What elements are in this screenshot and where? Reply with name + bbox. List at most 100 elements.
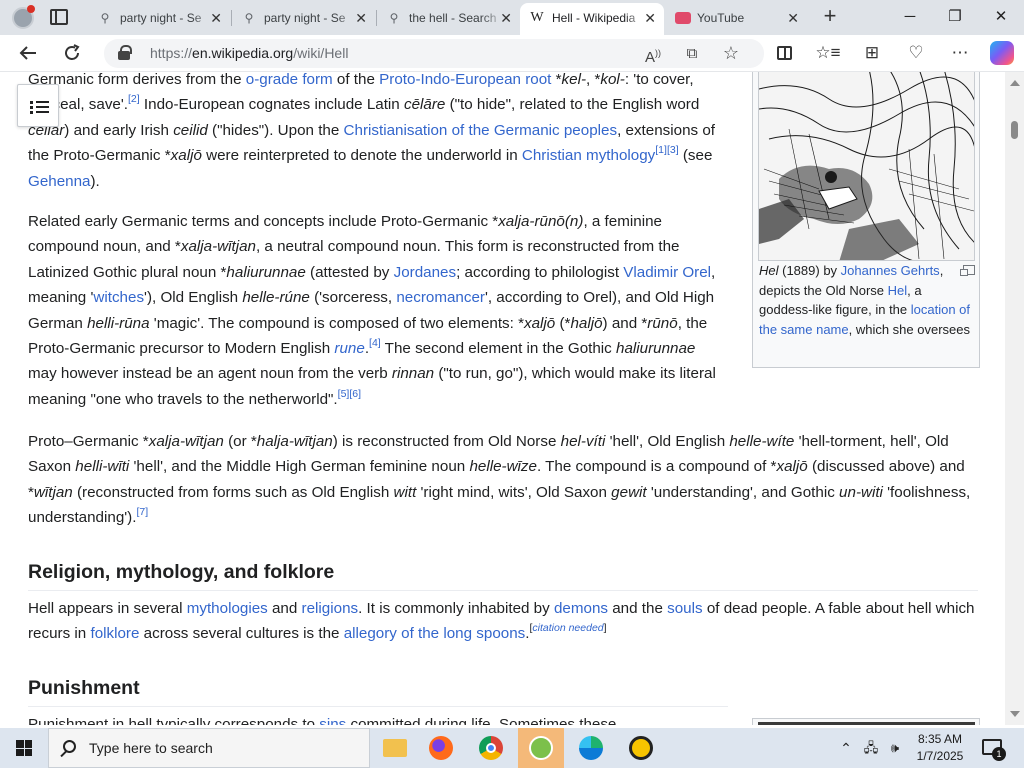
search-placeholder: Type here to search: [89, 740, 213, 756]
notification-count-badge: 1: [992, 747, 1006, 761]
citation-6[interactable]: [6]: [349, 388, 361, 400]
url-text[interactable]: https://en.wikipedia.org/wiki/Hell: [150, 39, 348, 68]
link-proto-indo-european-root[interactable]: Proto-Indo-European root: [379, 72, 551, 88]
link-christian-mythology[interactable]: Christian mythology: [522, 147, 655, 164]
favorites-button[interactable]: ☆≡: [814, 40, 842, 66]
link-souls[interactable]: souls: [667, 600, 702, 617]
sync-app-icon: [529, 736, 553, 760]
link-o-grade-form[interactable]: o-grade form: [246, 72, 333, 88]
taskbar-edge[interactable]: [568, 728, 614, 768]
page-scrollbar[interactable]: [1005, 72, 1024, 725]
table-of-contents-button[interactable]: [17, 84, 59, 127]
heading-divider: [28, 706, 728, 707]
citation-3[interactable]: [3]: [667, 144, 679, 156]
close-tab-icon[interactable]: ✕: [210, 4, 222, 32]
link-necromancer[interactable]: necromancer: [396, 289, 485, 306]
minimize-button[interactable]: ─: [895, 4, 925, 30]
link-johannes-gehrts[interactable]: Johannes Gehrts: [841, 263, 940, 278]
lock-icon[interactable]: [118, 45, 132, 60]
hel-painting-image[interactable]: [758, 72, 975, 261]
link-vladimir-orel[interactable]: Vladimir Orel: [623, 264, 711, 281]
address-bar[interactable]: https://en.wikipedia.org/wiki/Hell A)) ⧉…: [104, 39, 764, 68]
app-available-icon[interactable]: ⧉: [679, 41, 705, 66]
link-allegory-of-the-long-spoons[interactable]: allegory of the long spoons: [344, 625, 526, 642]
close-tab-icon[interactable]: ✕: [500, 4, 512, 32]
tab-party-night-2[interactable]: ⚲ party night - Se ✕: [232, 4, 375, 32]
restore-button[interactable]: ❐: [940, 4, 970, 30]
browser-essentials-button[interactable]: ♡: [902, 40, 930, 66]
link-christianisation[interactable]: Christianisation of the Germanic peoples: [344, 122, 618, 139]
citation-7[interactable]: [7]: [136, 506, 148, 518]
tray-overflow-chevron-icon[interactable]: ⌃: [836, 728, 856, 768]
scrollbar-thumb[interactable]: [1011, 121, 1018, 139]
taskbar-sync-app[interactable]: [518, 728, 564, 768]
taskbar-firefox[interactable]: [418, 728, 464, 768]
url-path: /wiki/Hell: [293, 45, 349, 61]
etymology-paragraph-2: Related early Germanic terms and concept…: [28, 213, 716, 408]
chrome-icon: [479, 736, 503, 760]
url-host: en.wikipedia.org: [192, 45, 294, 61]
volume-icon[interactable]: 🕪: [884, 728, 906, 768]
scroll-down-arrow-icon[interactable]: [1010, 711, 1020, 717]
link-mythologies[interactable]: mythologies: [187, 600, 268, 617]
link-demons[interactable]: demons: [554, 600, 608, 617]
link-sins[interactable]: sins: [319, 716, 346, 725]
refresh-button[interactable]: [58, 40, 86, 66]
clock-date: 1/7/2025: [916, 749, 964, 763]
taskbar-norton[interactable]: [618, 728, 664, 768]
split-screen-button[interactable]: [770, 40, 798, 66]
taskbar-search-box[interactable]: Type here to search: [48, 728, 370, 768]
start-button[interactable]: [0, 728, 48, 768]
edge-icon: [579, 736, 603, 760]
scroll-up-arrow-icon[interactable]: [1010, 80, 1020, 86]
link-hel[interactable]: Hel: [888, 283, 908, 298]
wikipedia-page: Germanic form derives from the o-grade f…: [0, 72, 1005, 725]
taskbar-file-explorer[interactable]: [372, 728, 418, 768]
close-tab-icon[interactable]: ✕: [787, 4, 799, 32]
more-options-button[interactable]: ⋯: [946, 40, 974, 66]
link-witches[interactable]: witches: [93, 289, 144, 306]
copilot-icon[interactable]: [990, 41, 1014, 65]
citation-needed: [citation needed]: [529, 622, 607, 635]
enlarge-icon[interactable]: [960, 265, 975, 276]
citation-1[interactable]: [1]: [655, 144, 667, 156]
link-jordanes[interactable]: Jordanes: [394, 264, 456, 281]
tab-label: Hell - Wikipedia: [552, 11, 636, 25]
favorite-star-icon[interactable]: ☆: [718, 41, 744, 66]
windows-taskbar: Type here to search ⌃ 🖧 🕪 8:35 AM 1/7/20…: [0, 728, 1024, 768]
link-gehenna[interactable]: Gehenna: [28, 173, 91, 190]
collections-icon: ⊞: [864, 43, 880, 62]
tab-hell-wikipedia[interactable]: W Hell - Wikipedia ✕: [520, 3, 664, 35]
new-tab-button[interactable]: +: [818, 4, 842, 30]
tab-label: YouTube: [697, 11, 745, 25]
link-folklore[interactable]: folklore: [90, 625, 139, 642]
citation-needed-link[interactable]: citation needed: [532, 622, 603, 634]
search-icon: ⚲: [100, 11, 110, 25]
citation-4[interactable]: [4]: [369, 337, 381, 349]
citation-2[interactable]: [2]: [128, 93, 140, 105]
taskbar-clock[interactable]: 8:35 AM 1/7/2025: [912, 731, 968, 765]
tab-party-night-1[interactable]: ⚲ party night - Se ✕: [88, 4, 230, 32]
link-religions[interactable]: religions: [302, 600, 359, 617]
close-window-button[interactable]: ✕: [986, 4, 1016, 30]
taskbar-chrome[interactable]: [468, 728, 514, 768]
network-icon[interactable]: 🖧: [860, 728, 882, 768]
link-rune[interactable]: rune: [334, 340, 364, 357]
folder-icon: [383, 739, 407, 757]
second-figure-image: [758, 722, 975, 725]
close-tab-icon[interactable]: ✕: [355, 4, 367, 32]
figure-thumbnail: Hel (1889) by Johannes Gehrts, depicts t…: [752, 72, 980, 368]
browser-toolbar: https://en.wikipedia.org/wiki/Hell A)) ⧉…: [0, 35, 1024, 72]
workspaces-icon[interactable]: [50, 9, 68, 25]
close-tab-icon[interactable]: ✕: [644, 3, 656, 33]
tab-youtube[interactable]: YouTube ✕: [665, 4, 807, 32]
norton-icon: [629, 736, 653, 760]
citation-5[interactable]: [5]: [338, 388, 350, 400]
read-aloud-icon[interactable]: A)): [640, 41, 666, 66]
search-icon: [63, 740, 76, 753]
hel-illustration: [759, 72, 974, 260]
second-figure-thumbnail[interactable]: [752, 718, 980, 725]
back-button[interactable]: [14, 40, 42, 66]
tab-the-hell-search[interactable]: ⚲ the hell - Search ✕: [377, 4, 520, 32]
collections-button[interactable]: ⊞: [858, 40, 886, 66]
